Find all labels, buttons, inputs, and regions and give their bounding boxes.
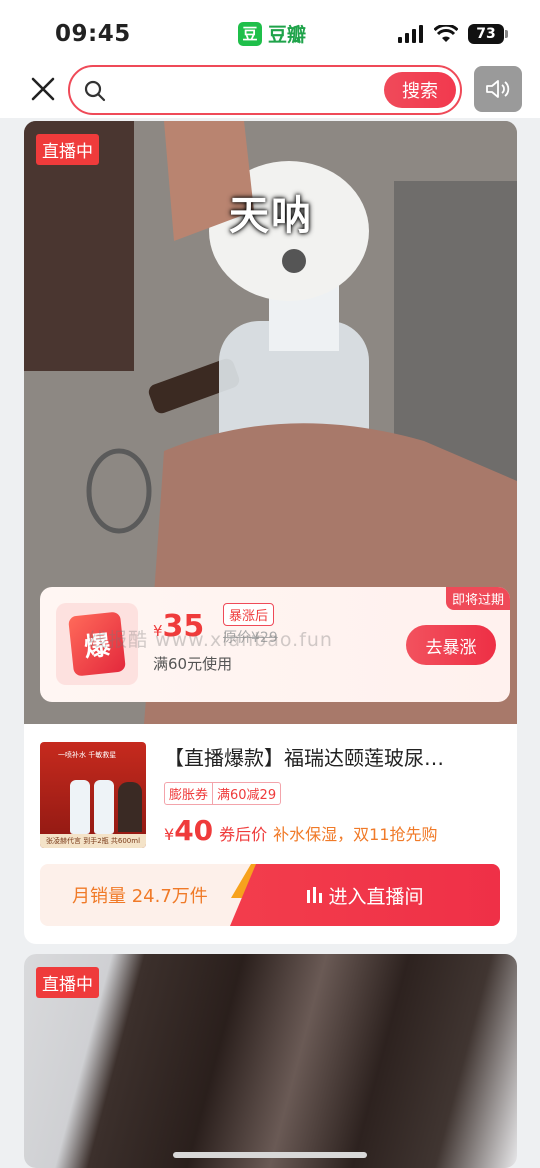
live-bars-icon: [307, 887, 323, 903]
enter-live-room-button[interactable]: 进入直播间: [230, 864, 500, 926]
price-currency: ¥: [164, 825, 175, 844]
expiring-tag: 即将过期: [445, 587, 510, 610]
action-bar: 月销量 24.7万件 进入直播间: [40, 864, 500, 926]
coupon-panel[interactable]: 即将过期 爆 ¥ 35 暴涨后 原价¥29 满60元使用 线报酷 www.xia…: [40, 587, 510, 702]
spokesperson-image: [118, 782, 142, 832]
monthly-sales: 月销量 24.7万件: [72, 886, 208, 907]
live-status-badge: 直播中: [36, 967, 99, 998]
search-button[interactable]: 搜索: [384, 72, 456, 108]
watermark-text: 线报酷 www.xianbao.fun: [88, 629, 333, 651]
thumbnail-footer: 张凌赫代言 到手2瓶 共600ml: [40, 834, 146, 848]
surge-coupon-button[interactable]: 去暴涨: [406, 625, 496, 665]
price-amount: 40: [174, 814, 214, 847]
sound-toggle-button[interactable]: [474, 66, 522, 112]
video-caption: 天呐: [229, 193, 313, 239]
speaker-icon: [486, 80, 510, 98]
price-suffix: 券后价: [219, 825, 268, 844]
douban-app-icon: 豆: [238, 21, 262, 46]
app-name: 豆瓣: [268, 24, 307, 46]
live-video-preview[interactable]: 直播中 天呐 即将过期 爆 ¥ 35 暴涨后 原价¥29 满60元使用 线报酷 …: [24, 121, 517, 724]
search-header: 搜索: [0, 62, 540, 118]
live-status-badge: 直播中: [36, 134, 99, 165]
tag-expand-coupon: 膨胀券: [169, 788, 209, 803]
close-icon[interactable]: [28, 74, 58, 104]
live-product-card[interactable]: 直播中: [24, 954, 517, 1168]
home-indicator: [173, 1152, 367, 1158]
live-product-card[interactable]: 直播中 天呐 即将过期 爆 ¥ 35 暴涨后 原价¥29 满60元使用 线报酷 …: [24, 121, 517, 944]
product-info[interactable]: 一喷补水 千敏救星 张凌赫代言 到手2瓶 共600ml 【直播爆款】福瑞达颐莲玻…: [24, 724, 517, 944]
product-price: ¥ 40 券后价 补水保湿，双11抢先购: [164, 814, 438, 847]
signal-icon: [398, 25, 423, 43]
surge-badge: 暴涨后: [223, 603, 275, 626]
thumbnail-caption: 一喷补水 千敏救星: [58, 751, 117, 759]
search-bar[interactable]: 搜索: [68, 65, 462, 115]
product-tags: 膨胀券 满60减29: [164, 782, 282, 805]
tag-discount: 满60减29: [212, 783, 280, 804]
bottle-image: [94, 780, 114, 834]
battery-icon: 73: [468, 24, 508, 44]
search-input[interactable]: [116, 75, 346, 105]
product-title[interactable]: 【直播爆款】福瑞达颐莲玻尿…: [164, 742, 504, 771]
product-thumbnail[interactable]: 一喷补水 千敏救星 张凌赫代言 到手2瓶 共600ml: [40, 742, 146, 848]
product-description: 补水保湿，双11抢先购: [273, 825, 438, 844]
search-icon: [84, 80, 106, 102]
bottle-image: [70, 780, 90, 834]
status-bar: 09:45 豆 豆瓣 73: [0, 0, 540, 62]
status-time: 09:45: [55, 21, 131, 47]
system-icons: 73: [398, 24, 508, 44]
wifi-icon: [434, 25, 458, 42]
enter-live-room-label: 进入直播间: [328, 885, 424, 908]
coupon-condition: 满60元使用: [153, 655, 233, 673]
app-indicator[interactable]: 豆 豆瓣: [238, 20, 306, 47]
